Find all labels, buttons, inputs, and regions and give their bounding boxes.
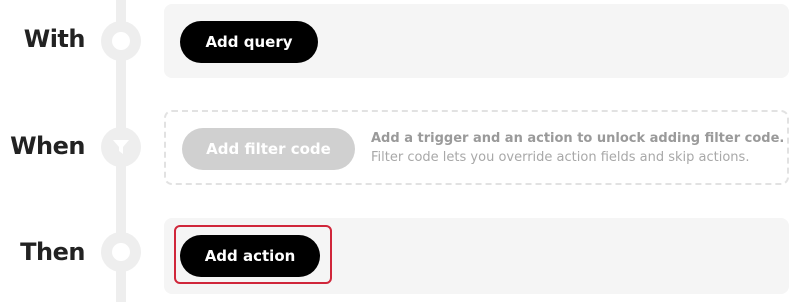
add-action-button[interactable]: Add action (180, 235, 320, 277)
step-label-then: Then (20, 238, 85, 266)
with-node-icon (101, 21, 141, 61)
add-filter-code-button[interactable]: Add filter code (182, 128, 355, 170)
filter-hint-subtitle: Filter code lets you override action fie… (371, 150, 750, 165)
step-label-when: When (10, 132, 85, 160)
add-query-button[interactable]: Add query (180, 21, 318, 63)
filter-node (101, 127, 141, 167)
filter-hint-title: Add a trigger and an action to unlock ad… (371, 131, 785, 146)
funnel-icon (113, 140, 129, 154)
then-node-icon (101, 232, 141, 272)
filter-code-hint: Add a trigger and an action to unlock ad… (371, 131, 785, 165)
step-label-with: With (23, 25, 86, 53)
